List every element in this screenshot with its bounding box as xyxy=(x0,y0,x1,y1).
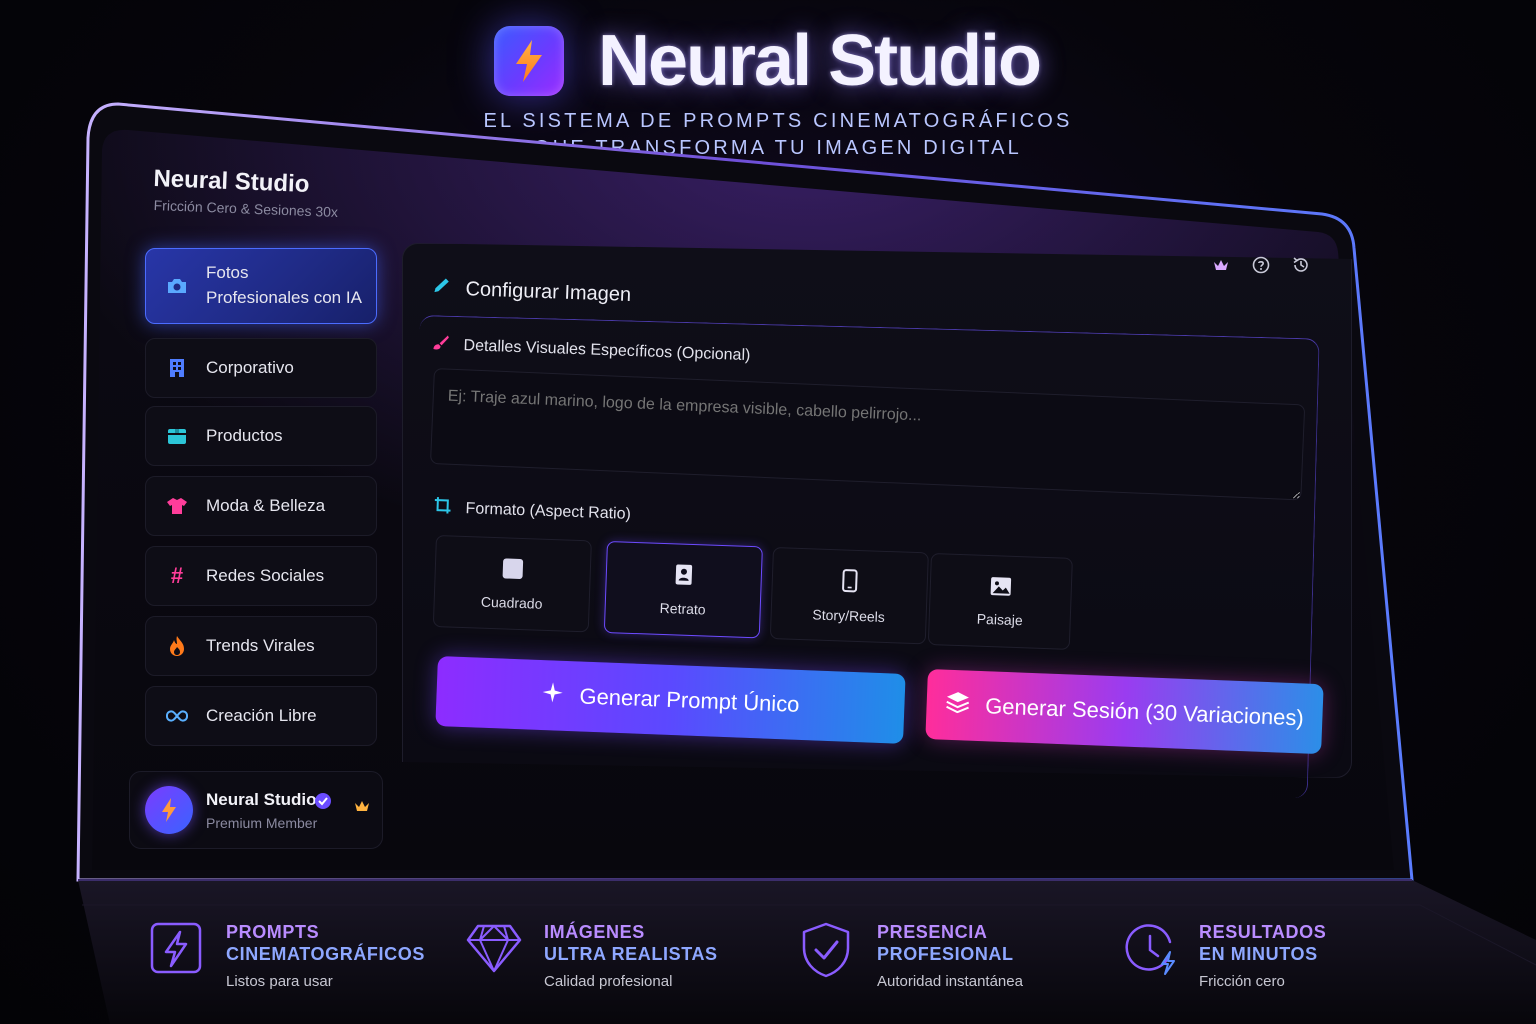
button-label: Generar Sesión (30 Variaciones) xyxy=(984,693,1305,731)
format-option-paisaje[interactable]: Paisaje xyxy=(927,553,1073,650)
sidebar-item-productos[interactable]: Productos xyxy=(145,406,377,466)
fire-icon xyxy=(166,635,188,657)
camera-icon xyxy=(166,275,188,297)
crown-icon xyxy=(354,800,370,818)
square-icon xyxy=(501,557,524,583)
feature-description: Fricción cero xyxy=(1199,973,1285,990)
feature-description: Listos para usar xyxy=(226,973,333,990)
sidebar-item-redes-sociales[interactable]: # Redes Sociales xyxy=(145,546,377,606)
bolt-icon xyxy=(162,798,176,822)
sidebar-item-label: Corporativo xyxy=(206,358,294,377)
hero-banner: Neural Studio EL SISTEMA DE PROMPTS CINE… xyxy=(0,20,1536,170)
sidebar-brand-title: Neural Studio xyxy=(152,165,310,198)
feature-title: PROMPTS xyxy=(226,922,320,942)
sidebar-item-label: Moda & Belleza xyxy=(206,496,326,515)
shirt-icon xyxy=(166,495,188,517)
feature-description: Autoridad instantánea xyxy=(877,973,1023,990)
avatar xyxy=(145,786,193,834)
feature-title: PRESENCIA xyxy=(877,922,988,942)
sidebar-item-creacion-libre[interactable]: Creación Libre xyxy=(145,686,377,746)
building-icon xyxy=(166,357,188,379)
format-option-label: Retrato xyxy=(659,599,706,617)
brush-icon xyxy=(431,333,450,357)
sidebar-item-label: Trends Virales xyxy=(206,636,315,655)
hero-title: Neural Studio xyxy=(598,21,1042,101)
feature-title: CINEMATOGRÁFICOS xyxy=(226,944,425,964)
box-icon xyxy=(166,425,188,447)
sidebar-item-label: Creación Libre xyxy=(206,706,317,725)
sidebar-item-corporativo[interactable]: Corporativo xyxy=(145,338,377,398)
crown-icon[interactable] xyxy=(1212,256,1230,274)
feature-imagenes: IMÁGENES ULTRA REALISTAS Calidad profesi… xyxy=(466,918,726,1008)
sparkle-icon xyxy=(541,681,564,710)
hero-subtitle-line1: EL SISTEMA DE PROMPTS CINEMATOGRÁFICOS xyxy=(483,110,1073,132)
image-icon xyxy=(989,576,1012,600)
format-option-cuadrado[interactable]: Cuadrado xyxy=(432,535,592,633)
bolt-icon xyxy=(150,922,202,974)
hero-subtitle-line2: QUE TRANSFORMA TU IMAGEN DIGITAL xyxy=(533,137,1022,159)
history-icon[interactable] xyxy=(1292,256,1310,274)
format-label: Formato (Aspect Ratio) xyxy=(465,499,632,523)
sidebar-item-label: Productos xyxy=(206,426,283,445)
diamond-icon xyxy=(466,924,522,973)
sidebar-item-label: Profesionales con IA xyxy=(206,288,362,307)
feature-resultados: RESULTADOS EN MINUTOS Fricción cero xyxy=(1124,918,1364,1008)
user-profile-card[interactable]: Neural Studio Premium Member xyxy=(129,771,383,849)
help-icon[interactable] xyxy=(1252,256,1270,274)
profile-role: Premium Member xyxy=(206,815,318,831)
format-option-retrato[interactable]: Retrato xyxy=(603,541,763,639)
button-label: Generar Prompt Único xyxy=(579,683,800,717)
portrait-icon xyxy=(674,563,693,589)
layers-icon xyxy=(945,691,970,720)
feature-prompts: PROMPTS CINEMATOGRÁFICOS Listos para usa… xyxy=(150,918,424,1008)
feature-description: Calidad profesional xyxy=(544,973,673,990)
feature-title: RESULTADOS xyxy=(1199,922,1327,942)
feature-title: IMÁGENES xyxy=(544,922,645,942)
infinity-icon xyxy=(166,705,188,727)
panel-toolbar xyxy=(1212,256,1310,274)
format-option-label: Paisaje xyxy=(976,610,1023,628)
sidebar-item-label: Redes Sociales xyxy=(206,566,325,585)
format-option-label: Story/Reels xyxy=(812,605,886,625)
sidebar-brand-tagline: Fricción Cero & Sesiones 30x xyxy=(153,197,339,221)
profile-name: Neural Studio xyxy=(206,790,317,809)
phone-icon xyxy=(841,568,858,596)
panel-title: Configurar Imagen xyxy=(465,277,632,306)
bolt-icon xyxy=(516,40,542,82)
crop-icon xyxy=(433,496,452,520)
pencil-icon xyxy=(431,275,452,302)
feature-title: EN MINUTOS xyxy=(1199,944,1318,964)
sidebar-item-moda-belleza[interactable]: Moda & Belleza xyxy=(145,476,377,536)
clock-bolt-icon xyxy=(1125,924,1175,975)
feature-presencia: PRESENCIA PROFESIONAL Autoridad instantá… xyxy=(800,918,1040,1008)
feature-title: PROFESIONAL xyxy=(877,944,1014,964)
format-option-label: Cuadrado xyxy=(480,593,543,612)
sidebar-item-label: Fotos xyxy=(206,263,249,283)
sidebar-item-trends-virales[interactable]: Trends Virales xyxy=(145,616,377,676)
feature-title: ULTRA REALISTAS xyxy=(544,944,718,964)
format-option-story-reels[interactable]: Story/Reels xyxy=(769,547,929,645)
verified-badge-icon xyxy=(314,792,332,815)
sidebar-item-fotos-profesionales[interactable]: Fotos Profesionales con IA xyxy=(145,248,377,324)
shield-check-icon xyxy=(802,922,850,978)
brand-logo xyxy=(494,26,564,96)
hashtag-icon: # xyxy=(170,563,184,588)
